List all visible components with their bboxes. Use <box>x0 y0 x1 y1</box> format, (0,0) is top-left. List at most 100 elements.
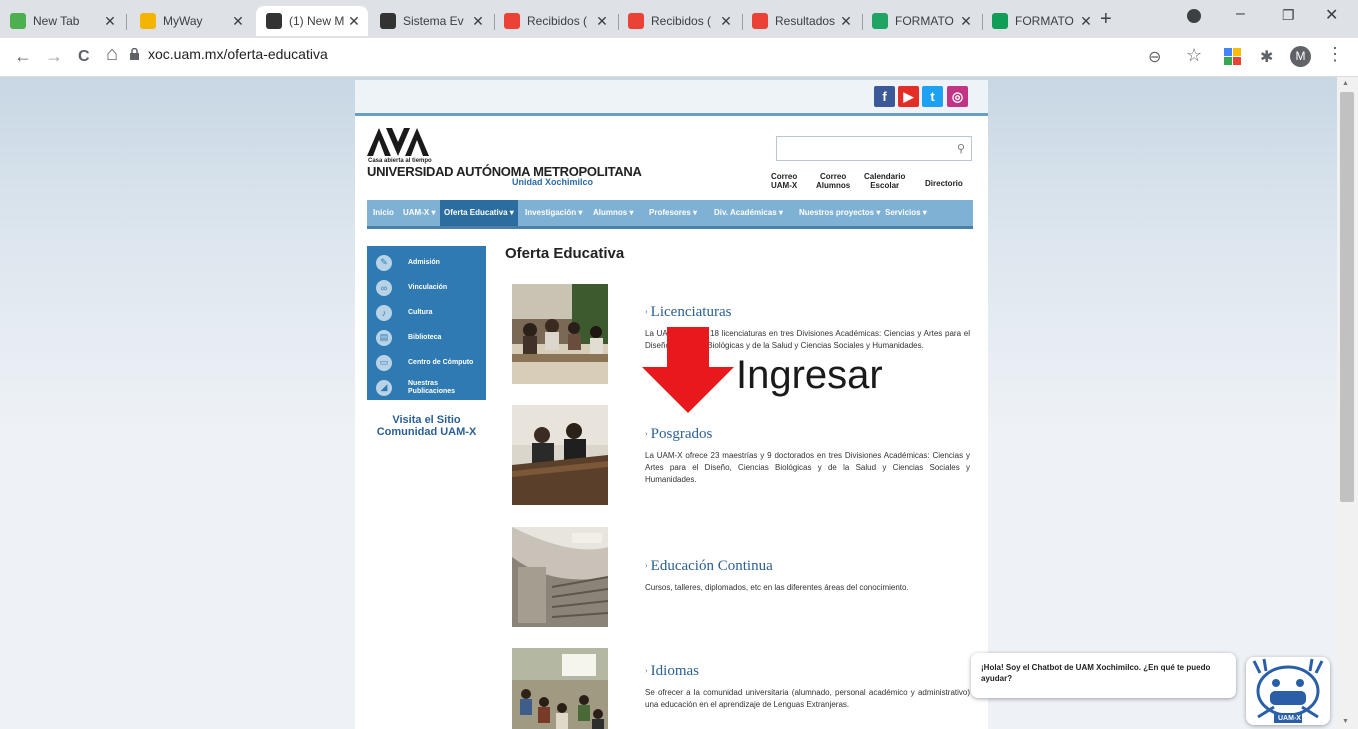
tab-close-icon[interactable]: ✕ <box>838 13 854 30</box>
tab-close-icon[interactable]: ✕ <box>102 13 118 30</box>
forward-button[interactable]: → <box>45 46 63 67</box>
program-title-link[interactable]: › Posgrados <box>645 426 970 443</box>
nav-item-2[interactable]: UAM-X ▾ <box>403 200 435 226</box>
browser-menu-icon[interactable]: ⋮ <box>1326 44 1344 65</box>
page-viewport: f ▶ t ◎ Casa abierta al tiempo UNIVERSIDAD … <box>0 77 1337 729</box>
sidebar-item-5[interactable]: ▭ Centro de Cómputo <box>367 350 486 375</box>
nav-item-3[interactable]: Oferta Educativa ▾ <box>440 200 518 226</box>
profile-avatar[interactable]: M <box>1290 46 1311 67</box>
new-tab-button[interactable]: + <box>1100 8 1112 31</box>
scroll-up-icon[interactable]: ▲ <box>1342 80 1349 87</box>
tab-8[interactable]: FORMATO ✕ <box>862 6 980 36</box>
posgrados-photo[interactable] <box>512 405 608 505</box>
quick-link-3[interactable]: Calendario Escolar <box>864 172 905 190</box>
tab-search-icon[interactable] <box>1187 9 1201 23</box>
tab-9[interactable]: FORMATO ✕ <box>982 6 1100 36</box>
tab-2[interactable]: MyWay ✕ <box>130 6 252 36</box>
uam-logo-icon <box>367 128 429 156</box>
university-name[interactable]: UNIVERSIDAD AUTÓNOMA METROPOLITANA <box>367 164 642 179</box>
tab-1[interactable]: New Tab ✕ <box>0 6 124 36</box>
bookmark-star-icon[interactable]: ☆ <box>1186 45 1202 66</box>
gmail-icon <box>628 13 644 29</box>
sidebar-item-2[interactable]: ∞ Vinculación <box>367 275 486 300</box>
scrollbar-thumb[interactable] <box>1340 92 1354 502</box>
quick-link-4[interactable]: Directorio <box>925 179 963 188</box>
extension-tiles-icon[interactable] <box>1224 48 1242 66</box>
chevron-right-icon: › <box>645 561 648 570</box>
twitter-icon[interactable]: t <box>922 86 943 107</box>
program-title-link[interactable]: › Idiomas <box>645 663 970 680</box>
nav-item-8[interactable]: Nuestros proyectos ▾ <box>799 200 880 226</box>
quick-link-line2: Alumnos <box>816 181 851 190</box>
sidebar-item-6[interactable]: ◢ Nuestras Publicaciones <box>367 375 486 400</box>
program-title-link[interactable]: › Licenciaturas <box>645 304 970 321</box>
tab-5[interactable]: Recibidos ( ✕ <box>494 6 616 36</box>
sidebar-item-label: Cultura <box>408 308 433 316</box>
home-button[interactable]: ⌂ <box>106 43 118 66</box>
main-nav: Inicio UAM-X ▾ Oferta Educativa ▾ Investiga… <box>367 200 973 229</box>
tab-close-icon[interactable]: ✕ <box>958 13 974 30</box>
nav-item-7[interactable]: Div. Académicas ▾ <box>714 200 783 226</box>
program-section: › Idiomas Se ofrecer a la comunidad univer… <box>645 663 970 711</box>
tab-7[interactable]: Resultados ✕ <box>742 6 860 36</box>
quick-link-1[interactable]: Correo UAM-X <box>771 172 797 190</box>
back-button[interactable]: ← <box>14 46 32 67</box>
sidebar-item-label: Nuestras Publicaciones <box>408 379 456 395</box>
maximize-button[interactable]: ❐ <box>1282 7 1295 24</box>
page-title: Oferta Educativa <box>505 245 625 262</box>
tab-title: Recibidos ( <box>651 14 712 28</box>
extensions-puzzle-icon[interactable]: ✱ <box>1260 47 1273 67</box>
tab-close-icon[interactable]: ✕ <box>346 13 362 30</box>
chevron-right-icon: › <box>645 429 648 438</box>
tab-close-icon[interactable]: ✕ <box>1078 13 1094 30</box>
idiomas-photo[interactable] <box>512 648 608 729</box>
book-icon: ▤ <box>376 329 392 346</box>
nav-item-4[interactable]: Investigación ▾ <box>525 200 582 226</box>
chatbot-bubble[interactable]: ¡Hola! Soy el Chatbot de UAM Xochimilco.… <box>971 653 1236 698</box>
unit-name: Unidad Xochimilco <box>512 177 594 187</box>
chatbot-button[interactable]: UAM-X <box>1246 657 1330 725</box>
facebook-icon[interactable]: f <box>874 86 895 107</box>
sidebar-item-1[interactable]: ✎ Admisión <box>367 250 486 275</box>
sidebar-item-3[interactable]: ♪ Cultura <box>367 300 486 325</box>
tab-title: FORMATO <box>895 14 954 28</box>
youtube-icon[interactable]: ▶ <box>898 86 919 107</box>
sidebar: ✎ Admisión ∞ Vinculación ♪ Cultura ▤ Biblioteca… <box>367 246 486 400</box>
search-icon[interactable]: ⚲ <box>957 142 965 155</box>
tab-close-icon[interactable]: ✕ <box>594 13 610 30</box>
reload-button[interactable]: C <box>78 48 90 66</box>
tab-3[interactable]: (1) New M ✕ <box>256 6 368 36</box>
program-description: Cursos, talleres, diplomados, etc en las… <box>645 583 909 592</box>
sheets-icon <box>992 13 1008 29</box>
licenciaturas-photo[interactable] <box>512 284 608 384</box>
sidebar-item-4[interactable]: ▤ Biblioteca <box>367 325 486 350</box>
nav-item-5[interactable]: Alumnos ▾ <box>593 200 633 226</box>
minimize-button[interactable]: – <box>1236 5 1245 23</box>
tab-title: FORMATO <box>1015 14 1074 28</box>
quick-link-2[interactable]: Correo Alumnos <box>816 172 850 190</box>
gmail-icon <box>752 13 768 29</box>
program-description: La UAM-X ofrece 23 maestrías y 9 doctora… <box>645 451 970 484</box>
address-bar[interactable]: xoc.uam.mx/oferta-educativa <box>148 46 328 62</box>
educacion-continua-photo[interactable] <box>512 527 608 627</box>
close-window-button[interactable]: ✕ <box>1325 5 1338 25</box>
tab-title: Recibidos ( <box>527 14 588 28</box>
instagram-icon[interactable]: ◎ <box>947 86 968 107</box>
site-search-input[interactable]: ⚲ <box>776 136 972 161</box>
tab-separator <box>126 14 127 30</box>
zoom-icon[interactable]: ⊖ <box>1148 47 1161 67</box>
tab-close-icon[interactable]: ✕ <box>718 13 734 30</box>
nav-item-1[interactable]: Inicio <box>373 200 394 226</box>
program-title-link[interactable]: › Educación Continua <box>645 558 970 575</box>
nav-item-6[interactable]: Profesores ▾ <box>649 200 697 226</box>
lock-icon <box>130 48 139 60</box>
sidebar-item-label: Vinculación <box>408 283 448 291</box>
visit-community-link[interactable]: Visita el Sitio Comunidad UAM-X <box>367 414 486 438</box>
tab-4[interactable]: Sistema Ev ✕ <box>370 6 492 36</box>
nav-item-9[interactable]: Servicios ▾ <box>885 200 927 226</box>
tab-close-icon[interactable]: ✕ <box>470 13 486 30</box>
scroll-down-icon[interactable]: ▼ <box>1342 718 1349 725</box>
social-bar: f ▶ t ◎ <box>355 80 988 116</box>
tab-6[interactable]: Recibidos ( ✕ <box>618 6 740 36</box>
tab-close-icon[interactable]: ✕ <box>230 13 246 30</box>
